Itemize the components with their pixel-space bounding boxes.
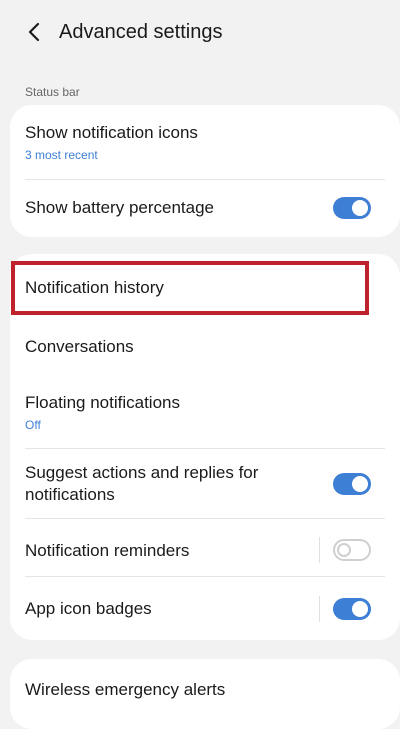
wireless-emergency-alerts-label: Wireless emergency alerts [25, 680, 226, 699]
section-label-status-bar: Status bar [25, 85, 80, 99]
vertical-separator [319, 596, 320, 622]
back-button[interactable] [20, 18, 48, 46]
notification-history-row[interactable]: Notification history [10, 254, 400, 316]
show-notification-icons-row[interactable]: Show notification icons 3 most recent [10, 105, 400, 179]
vertical-separator [319, 537, 320, 563]
notification-reminders-label: Notification reminders [25, 541, 190, 560]
floating-notifications-label: Floating notifications [25, 393, 180, 412]
wireless-emergency-alerts-row[interactable]: Wireless emergency alerts [10, 659, 400, 720]
suggest-actions-toggle[interactable] [333, 473, 371, 495]
status-bar-card: Show notification icons 3 most recent Sh… [10, 105, 400, 237]
app-header: Advanced settings [0, 0, 400, 64]
app-icon-badges-toggle[interactable] [333, 598, 371, 620]
suggest-actions-row[interactable]: Suggest actions and replies for notifica… [10, 449, 400, 518]
toggle-knob [352, 601, 368, 617]
show-battery-percentage-toggle[interactable] [333, 197, 371, 219]
conversations-row[interactable]: Conversations [10, 316, 400, 374]
conversations-label: Conversations [25, 337, 134, 356]
toggle-knob [352, 200, 368, 216]
show-battery-percentage-row[interactable]: Show battery percentage [10, 180, 400, 237]
suggest-actions-label-line1: Suggest actions and replies for [25, 463, 259, 482]
notification-history-label: Notification history [25, 278, 164, 297]
suggest-actions-label-line2: notifications [25, 485, 115, 504]
notification-reminders-toggle[interactable] [333, 539, 371, 561]
toggle-knob [352, 476, 368, 492]
show-battery-percentage-label: Show battery percentage [25, 198, 215, 217]
toggle-knob [337, 543, 351, 557]
notifications-card: Notification history Conversations Float… [10, 254, 400, 640]
show-notification-icons-label: Show notification icons [25, 123, 198, 142]
emergency-alerts-card: Wireless emergency alerts [10, 659, 400, 729]
app-icon-badges-row[interactable]: App icon badges [10, 577, 400, 640]
show-notification-icons-value: 3 most recent [25, 148, 98, 162]
notification-reminders-row[interactable]: Notification reminders [10, 519, 400, 576]
chevron-left-icon [28, 22, 40, 42]
page-title: Advanced settings [59, 21, 223, 43]
floating-notifications-row[interactable]: Floating notifications Off [10, 376, 400, 448]
app-icon-badges-label: App icon badges [25, 599, 152, 618]
floating-notifications-value: Off [25, 418, 41, 432]
